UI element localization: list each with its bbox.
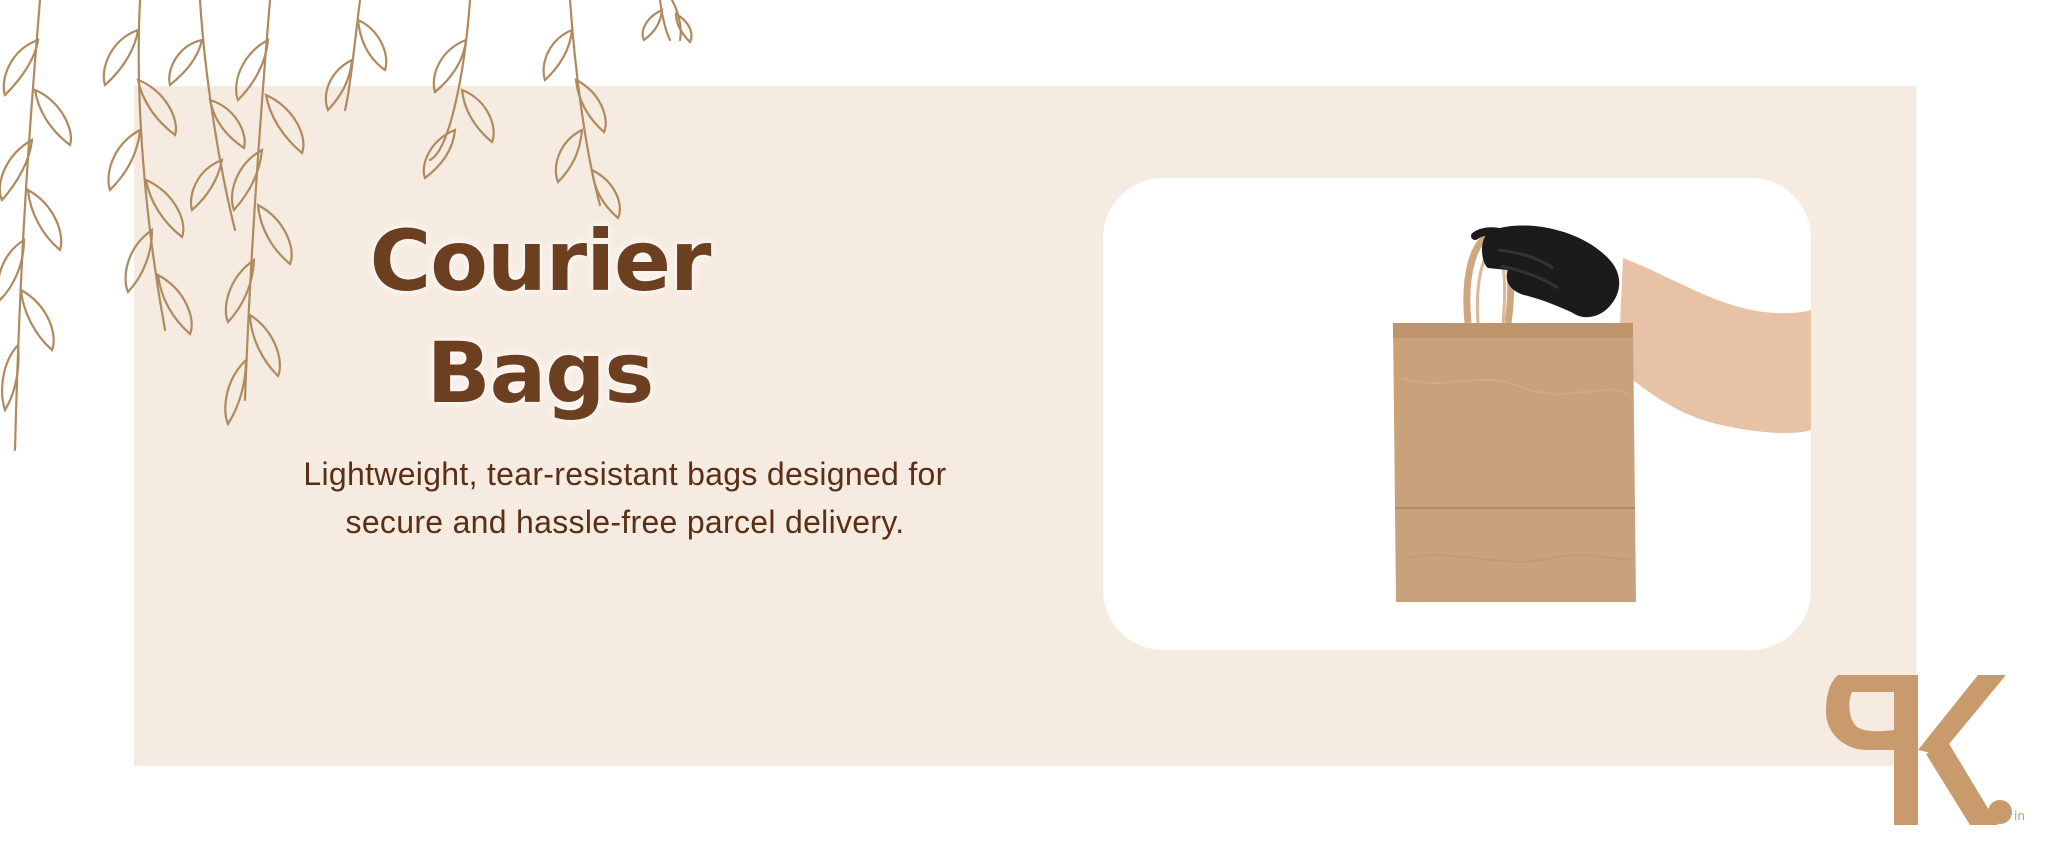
logo-suffix: in xyxy=(2014,809,2025,823)
title-line-2: Bags xyxy=(426,324,655,422)
brand-logo: in xyxy=(1826,675,2025,825)
page-title: Courier Bags xyxy=(330,205,750,429)
product-image xyxy=(1103,178,1811,650)
kraft-bag-illustration xyxy=(1393,225,1811,602)
subtitle-line-1: Lightweight, tear-resistant bags designe… xyxy=(303,456,947,492)
subtitle-line-2: secure and hassle-free parcel delivery. xyxy=(345,504,905,540)
page: Courier Bags Lightweight, tear-resistant… xyxy=(0,0,2048,852)
subtitle: Lightweight, tear-resistant bags designe… xyxy=(225,450,1025,546)
title-line-1: Courier xyxy=(369,212,712,310)
